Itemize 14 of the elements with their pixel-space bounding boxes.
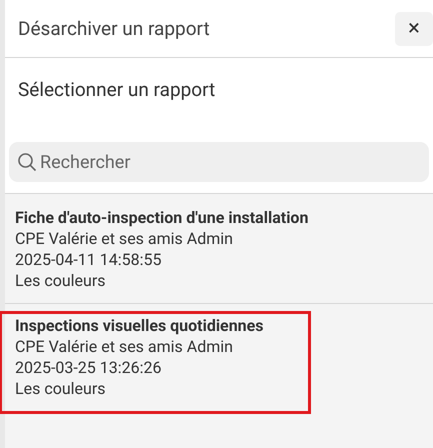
report-item[interactable]: Fiche d'auto-inspection d'une installation CPE Valérie et ses amis Admin 2025-04-11 14:58:55 Les couleurs: [5, 205, 433, 304]
dialog-title: Désarchiver un rapport: [18, 17, 210, 40]
report-date: 2025-04-11 14:58:55: [15, 249, 162, 270]
report-title: Fiche d'auto-inspection d'une installation: [15, 207, 310, 228]
report-group: Les couleurs: [15, 378, 309, 399]
report-author: CPE Valérie et ses amis Admin: [15, 336, 234, 357]
search-field[interactable]: Rechercher: [9, 142, 429, 182]
report-date: 2025-03-25 13:26:26: [15, 357, 162, 378]
report-author: CPE Valérie et ses amis Admin: [15, 228, 234, 249]
section-title: Sélectionner un rapport: [17, 77, 216, 103]
report-title: Inspections visuelles quotidiennes: [15, 315, 264, 336]
report-item[interactable]: Inspections visuelles quotidiennes CPE Valérie et ses amis Admin 2025-03-25 13:26:26 Les couleurs: [1, 313, 309, 412]
close-button[interactable]: ×: [395, 12, 433, 46]
report-group: Les couleurs: [15, 270, 433, 291]
